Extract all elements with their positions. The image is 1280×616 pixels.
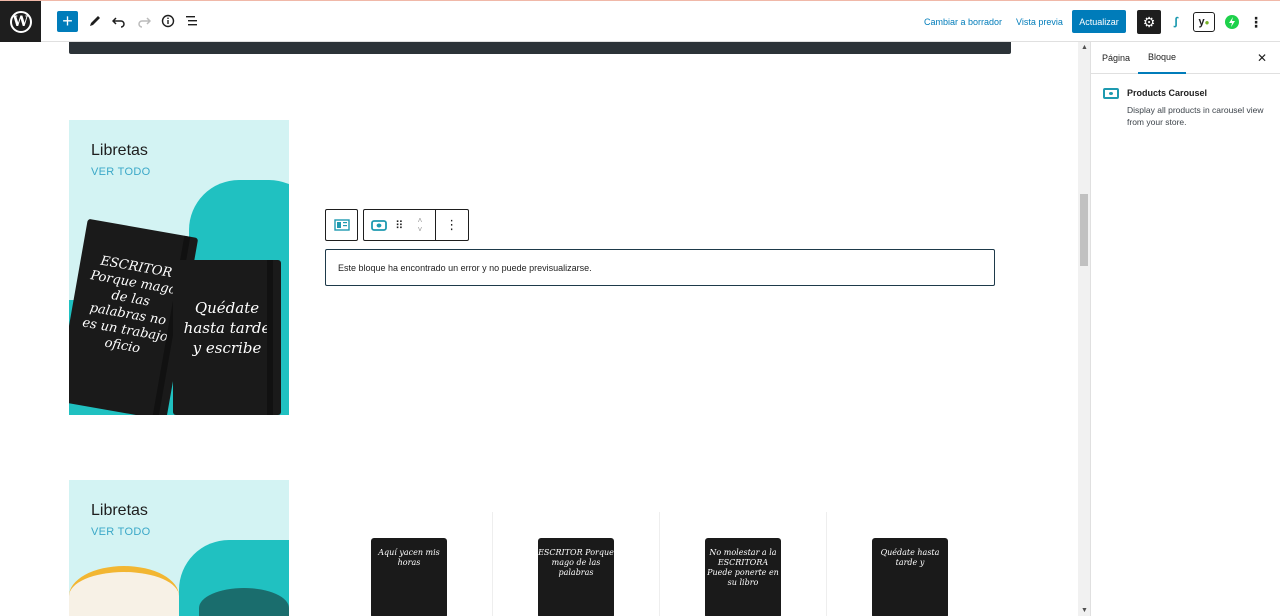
block-name: Products Carousel bbox=[1127, 88, 1208, 98]
product-item[interactable]: Quédate hasta tarde y bbox=[826, 512, 993, 616]
scroll-up-arrow-icon[interactable]: ▲ bbox=[1081, 44, 1088, 51]
product-image: Quédate hasta tarde y bbox=[872, 538, 948, 616]
columns-block-icon[interactable] bbox=[326, 210, 357, 240]
update-button[interactable]: Actualizar bbox=[1072, 10, 1126, 33]
block-toolbar: ⠿ ˄ ˅ ⋮ bbox=[363, 209, 469, 241]
tools-pen-icon[interactable] bbox=[84, 10, 106, 32]
block-options-icon[interactable]: ⋮ bbox=[434, 210, 468, 240]
product-image: ESCRITOR Porque mago de las palabras bbox=[538, 538, 614, 616]
products-carousel-block-icon[interactable] bbox=[364, 210, 393, 240]
product-image: No molestar a la ESCRITORA Puede ponerte… bbox=[705, 538, 781, 616]
notebook-image: Quédate hasta tarde y escribe bbox=[173, 260, 281, 415]
move-up-down-icon[interactable]: ˄ ˅ bbox=[405, 210, 434, 240]
editor-canvas: Libretas VER TODO ESCRITOR Porque mago d… bbox=[0, 42, 1090, 616]
tab-block[interactable]: Bloque bbox=[1138, 42, 1187, 74]
redo-icon[interactable] bbox=[133, 10, 155, 32]
promo-title: Libretas bbox=[91, 142, 148, 159]
products-carousel-icon bbox=[1103, 88, 1119, 99]
scrollbar-thumb[interactable] bbox=[1080, 194, 1088, 266]
switch-to-draft-link[interactable]: Cambiar a borrador bbox=[924, 17, 1002, 27]
product-item[interactable]: ESCRITOR Porque mago de las palabras bbox=[492, 512, 659, 616]
close-sidebar-icon[interactable]: ✕ bbox=[1257, 51, 1267, 65]
canvas-scrollbar[interactable]: ▲ ▼ bbox=[1078, 42, 1090, 616]
undo-icon[interactable] bbox=[108, 10, 130, 32]
promo-card-notebooks[interactable]: Libretas VER TODO ESCRITOR Porque mago d… bbox=[69, 120, 289, 415]
editor-top-toolbar: W + Cambiar a borrador Vista previa Actu… bbox=[0, 0, 1280, 42]
add-block-button[interactable]: + bbox=[57, 11, 78, 32]
product-item[interactable]: No molestar a la ESCRITORA Puede ponerte… bbox=[659, 512, 826, 616]
scroll-down-arrow-icon[interactable]: ▼ bbox=[1081, 607, 1088, 614]
tab-page[interactable]: Página bbox=[1102, 42, 1130, 74]
info-icon[interactable] bbox=[157, 10, 179, 32]
wordpress-logo-icon[interactable]: W bbox=[0, 1, 41, 42]
promo-title: Libretas bbox=[91, 502, 148, 519]
settings-sidebar: Página Bloque ✕ Products Carousel Displa… bbox=[1090, 42, 1280, 616]
product-image: Aquí yacen mis horas bbox=[371, 538, 447, 616]
list-view-icon[interactable] bbox=[181, 10, 203, 32]
promo-card-mugs[interactable]: Libretas VER TODO bbox=[69, 480, 289, 616]
block-parent-selector[interactable] bbox=[325, 209, 358, 241]
dark-header-block bbox=[69, 42, 1011, 54]
settings-gear-icon[interactable]: ⚙ bbox=[1137, 10, 1161, 34]
view-all-link[interactable]: VER TODO bbox=[91, 526, 150, 538]
preview-link[interactable]: Vista previa bbox=[1016, 17, 1063, 27]
product-item[interactable]: Aquí yacen mis horas bbox=[326, 512, 493, 616]
jetpack-stats-icon[interactable]: ꭍ bbox=[1168, 12, 1184, 32]
view-all-link[interactable]: VER TODO bbox=[91, 166, 150, 178]
sidebar-tabs: Página Bloque ✕ bbox=[1091, 42, 1280, 74]
mug-image bbox=[69, 566, 179, 616]
block-description: Display all products in carousel view fr… bbox=[1127, 105, 1264, 127]
yoast-seo-icon[interactable]: y ● bbox=[1193, 12, 1215, 32]
drag-handle-icon[interactable]: ⠿ bbox=[393, 210, 405, 240]
block-error-message[interactable]: Este bloque ha encontrado un error y no … bbox=[325, 249, 995, 286]
performance-bolt-icon[interactable] bbox=[1224, 12, 1240, 32]
more-options-icon[interactable]: ⋮ bbox=[1249, 12, 1263, 32]
